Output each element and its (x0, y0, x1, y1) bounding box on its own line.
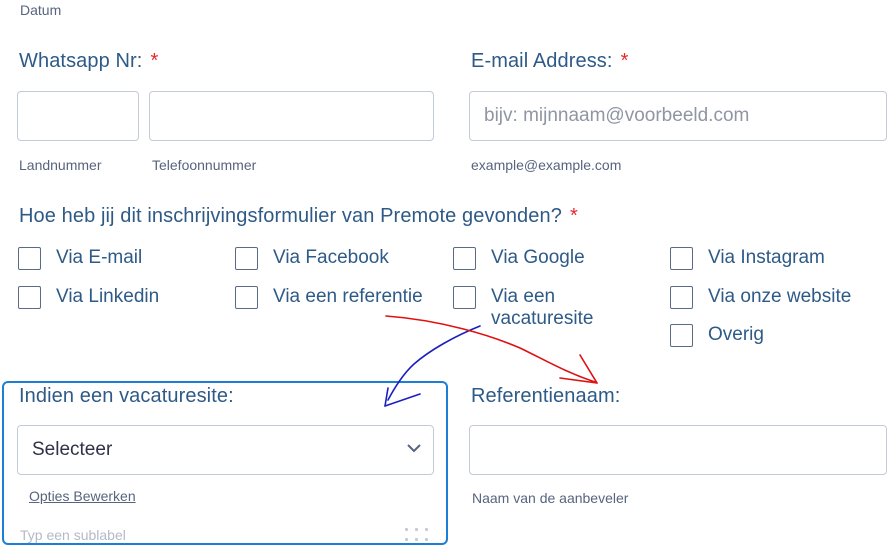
annotation-overlay (384, 315, 598, 407)
blue-annotation-arrow (384, 325, 481, 407)
red-annotation-arrow (385, 315, 598, 384)
